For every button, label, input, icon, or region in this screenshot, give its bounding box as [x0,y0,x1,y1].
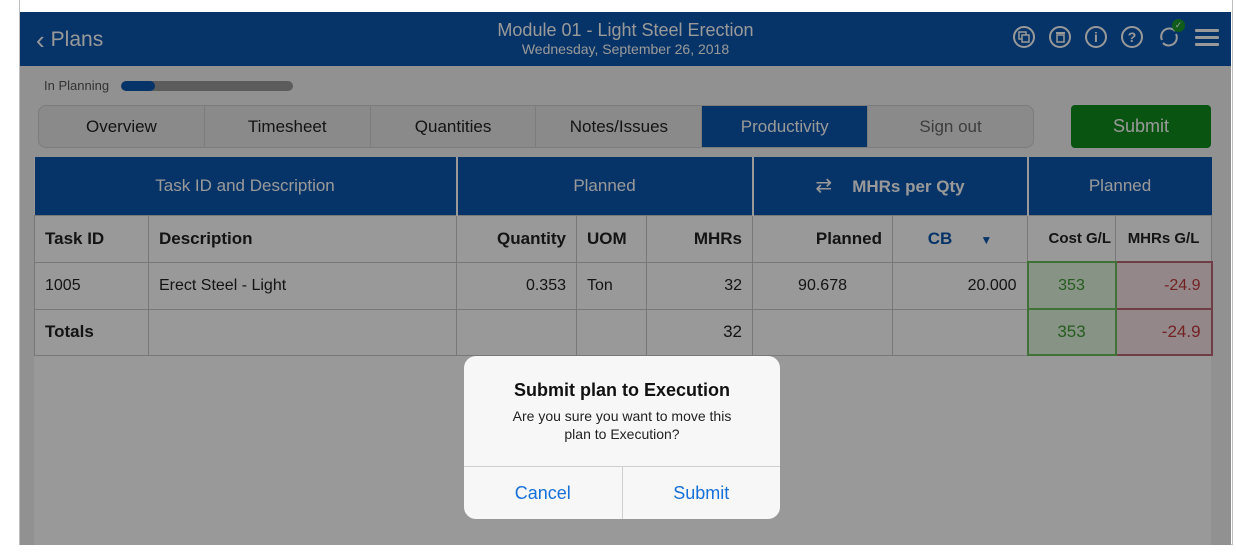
cancel-button[interactable]: Cancel [464,467,623,519]
confirm-submit-button[interactable]: Submit [623,467,781,519]
dialog-buttons: Cancel Submit [464,466,780,519]
dialog-title: Submit plan to Execution [513,380,730,400]
confirm-dialog: Submit plan to Execution Are you sure yo… [464,356,780,519]
dialog-message: Are you sure you want to move this plan … [512,408,732,442]
